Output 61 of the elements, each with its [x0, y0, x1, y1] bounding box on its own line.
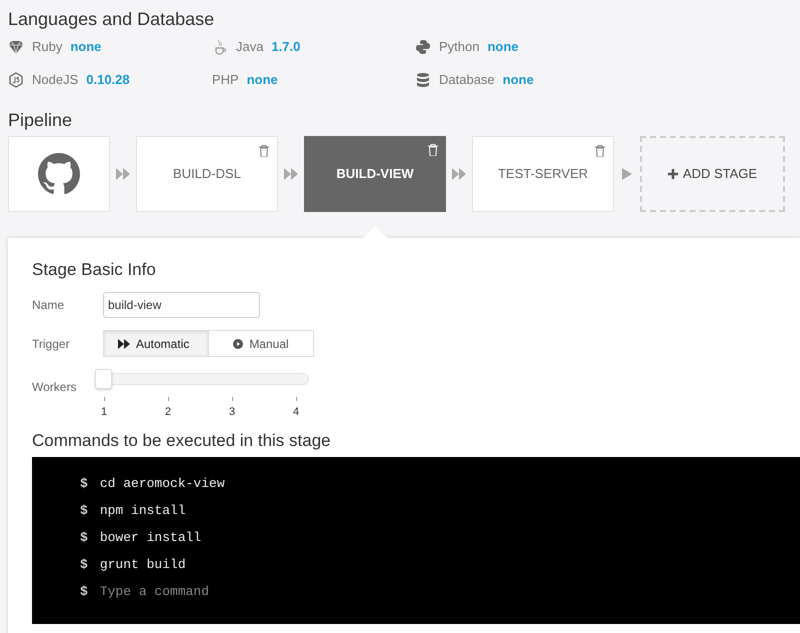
language-name: Database	[439, 70, 495, 89]
command-line: grunt build	[100, 556, 186, 574]
language-name: PHP	[212, 70, 239, 89]
language-name: Java	[236, 38, 264, 56]
prompt-symbol: $	[80, 474, 88, 492]
language-name: Ruby	[32, 38, 62, 56]
section-title: Commands to be executed in this stage	[32, 430, 332, 450]
section-title: Pipeline	[8, 109, 74, 131]
stage-card[interactable]: TEST-SERVER	[472, 136, 614, 212]
tick-label: 3	[228, 405, 236, 420]
double-chevron-icon	[116, 168, 130, 180]
language-version: 1.7.0	[271, 38, 300, 56]
language-version: none	[70, 38, 102, 56]
trash-icon	[259, 145, 269, 157]
stage-label: TEST-SERVER	[498, 165, 588, 184]
language-version: none	[487, 38, 519, 56]
stage-label: BUILD-VIEW	[336, 165, 414, 184]
name-field[interactable]: build-view	[103, 292, 260, 318]
language-name: Python	[439, 38, 480, 56]
triangle-icon	[620, 168, 634, 180]
fast-forward-icon	[118, 338, 130, 348]
prompt-symbol: $	[80, 528, 88, 546]
command-line: cd aeromock-view	[100, 474, 225, 492]
language-version: 0.10.28	[86, 70, 130, 89]
command-line: bower install	[100, 528, 202, 546]
tick-label: 4	[292, 405, 300, 420]
trash-icon	[428, 144, 438, 156]
section-title: Languages and Database	[8, 8, 216, 30]
stage-card[interactable]: BUILD-VIEW	[304, 136, 446, 212]
prompt-symbol: $	[80, 556, 88, 574]
tick-label: 2	[164, 405, 172, 420]
database-icon	[415, 72, 431, 88]
source-card[interactable]	[8, 136, 110, 212]
plus-icon	[668, 169, 678, 179]
add-stage-button[interactable]: ADD STAGE	[640, 136, 785, 212]
slider-thumb[interactable]	[95, 369, 112, 389]
stage-label: BUILD-DSL	[173, 165, 241, 184]
trigger-option[interactable]: Manual	[209, 330, 314, 357]
language-version: none	[502, 70, 534, 89]
field-label: Name	[32, 297, 66, 314]
trash-icon	[595, 145, 605, 157]
ruby-icon	[8, 38, 24, 54]
double-chevron-icon	[284, 168, 298, 180]
language-name: NodeJS	[32, 70, 78, 89]
command-line: npm install	[100, 502, 186, 520]
prompt-symbol: $	[80, 582, 88, 600]
workers-slider[interactable]	[95, 369, 309, 389]
tick-label: 1	[100, 405, 108, 420]
double-chevron-icon	[452, 168, 466, 180]
play-circle-icon	[233, 338, 244, 348]
section-title: Stage Basic Info	[32, 260, 157, 280]
hexagon-icon	[8, 72, 24, 88]
prompt-symbol: $	[80, 502, 88, 520]
trigger-option[interactable]: Automatic	[103, 330, 209, 357]
field-label: Trigger	[32, 336, 71, 352]
octocat-icon	[38, 153, 80, 195]
language-version: none	[246, 70, 278, 89]
command-input[interactable]: Type a command	[100, 582, 400, 600]
field-label: Workers	[32, 379, 78, 396]
stage-card[interactable]: BUILD-DSL	[136, 136, 278, 212]
python-icon	[415, 38, 431, 54]
